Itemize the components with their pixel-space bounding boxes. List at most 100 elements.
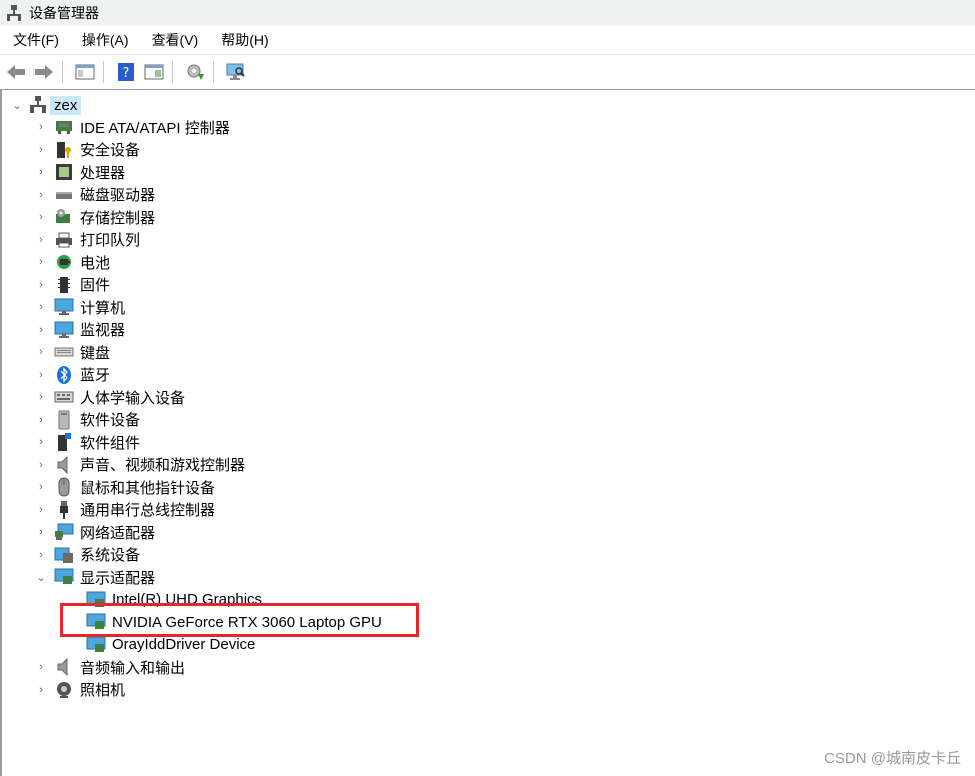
chevron-right-icon[interactable]: › xyxy=(34,503,48,517)
tree-item-camera[interactable]: › 照相机 xyxy=(34,679,125,701)
chevron-right-icon[interactable]: › xyxy=(34,143,48,157)
forward-arrow-icon[interactable] xyxy=(32,60,56,84)
tree-item-label: 计算机 xyxy=(80,299,126,317)
tree-item-storage-controller[interactable]: › 存储控制器 xyxy=(34,206,155,228)
device-label: OrayIddDriver Device xyxy=(112,636,256,653)
tree-item-ide-controller[interactable]: › IDE ATA/ATAPI 控制器 xyxy=(34,116,230,138)
tree-item-bluetooth[interactable]: › 蓝牙 xyxy=(34,364,110,386)
tree-item-label: 通用串行总线控制器 xyxy=(80,502,216,519)
tree-item-security-device[interactable]: › 安全设备 xyxy=(34,139,140,161)
chevron-right-icon[interactable]: › xyxy=(34,548,48,562)
chevron-right-icon[interactable]: › xyxy=(34,660,48,674)
chevron-right-icon[interactable]: › xyxy=(34,390,48,404)
update-driver-icon[interactable] xyxy=(183,60,207,84)
chevron-right-icon[interactable]: › xyxy=(34,300,48,314)
tree-item-label: 电池 xyxy=(80,254,111,272)
chevron-right-icon[interactable]: › xyxy=(34,435,48,449)
security-device-icon xyxy=(54,140,74,160)
toolbar-separator xyxy=(172,61,173,83)
menu-bar: 文件(F) 操作(A) 查看(V) 帮助(H) xyxy=(0,26,975,55)
tree-item-display-adapter[interactable]: ⌄ 显示适配器 xyxy=(34,566,155,588)
help-icon[interactable]: ? xyxy=(114,60,138,84)
printer-icon xyxy=(54,230,74,250)
tree-item-label: IDE ATA/ATAPI 控制器 xyxy=(80,119,230,137)
tree-item-hid[interactable]: › 人体学输入设备 xyxy=(34,386,185,408)
show-hide-console-tree-icon[interactable] xyxy=(73,60,97,84)
tree-item-label: 照相机 xyxy=(80,682,126,699)
chevron-right-icon[interactable]: › xyxy=(34,188,48,202)
tree-item-label: 网络适配器 xyxy=(80,524,156,542)
properties-pane-icon[interactable] xyxy=(142,60,166,84)
tree-item-software-device[interactable]: › 软件设备 xyxy=(34,409,140,431)
chevron-right-icon[interactable]: › xyxy=(34,480,48,494)
tree-item-label: 监视器 xyxy=(80,322,126,339)
back-arrow-icon[interactable] xyxy=(4,60,28,84)
usb-icon xyxy=(54,500,74,520)
chevron-right-icon[interactable]: › xyxy=(34,525,48,539)
tree-item-keyboard[interactable]: › 键盘 xyxy=(34,341,110,363)
software-device-icon xyxy=(54,410,74,430)
tree-item-mouse[interactable]: › 鼠标和其他指针设备 xyxy=(34,476,215,498)
chevron-right-icon[interactable]: › xyxy=(34,413,48,427)
disk-drive-icon xyxy=(54,185,74,205)
chevron-right-icon[interactable]: › xyxy=(34,210,48,224)
display-adapter-icon xyxy=(54,567,74,587)
toolbar-separator xyxy=(103,61,104,83)
window-title: 设备管理器 xyxy=(29,5,99,21)
speaker-icon xyxy=(54,455,74,475)
tree-item-label: 蓝牙 xyxy=(80,367,111,384)
menu-file[interactable]: 文件(F) xyxy=(0,26,69,54)
tree-item-battery[interactable]: › 电池 xyxy=(34,251,110,273)
tree-item-system-device[interactable]: › 系统设备 xyxy=(34,544,140,566)
tree-item-label: 打印队列 xyxy=(80,232,141,249)
svg-text:?: ? xyxy=(123,66,130,81)
chevron-right-icon[interactable]: › xyxy=(34,255,48,269)
tree-item-print-queue[interactable]: › 打印队列 xyxy=(34,229,140,251)
annotation-highlight-box xyxy=(60,603,419,637)
tree-root[interactable]: ⌄ zex xyxy=(10,94,82,116)
firmware-icon xyxy=(54,275,74,295)
software-component-icon xyxy=(54,432,74,452)
tree-item-label: 声音、视频和游戏控制器 xyxy=(80,457,246,474)
computer-monitor-icon xyxy=(54,297,74,317)
bluetooth-icon xyxy=(54,365,74,385)
tree-item-computer[interactable]: › 计算机 xyxy=(34,296,125,318)
chevron-down-icon[interactable]: ⌄ xyxy=(34,570,48,584)
tree-item-label: 软件组件 xyxy=(80,434,141,452)
tree-item-label: 固件 xyxy=(80,277,111,294)
chevron-right-icon[interactable]: › xyxy=(34,323,48,337)
chevron-right-icon[interactable]: › xyxy=(34,458,48,472)
hid-icon xyxy=(54,387,74,407)
scan-hardware-icon[interactable] xyxy=(224,60,248,84)
tree-item-monitor[interactable]: › 监视器 xyxy=(34,319,125,341)
tree-item-software-component[interactable]: › 软件组件 xyxy=(34,431,140,453)
network-adapter-icon xyxy=(54,522,74,542)
title-bar: 设备管理器 xyxy=(0,0,975,26)
tree-item-processor[interactable]: › 处理器 xyxy=(34,161,125,183)
tree-item-firmware[interactable]: › 固件 xyxy=(34,274,110,296)
tree-item-label: 安全设备 xyxy=(80,142,141,159)
chevron-right-icon[interactable]: › xyxy=(34,345,48,359)
ide-controller-icon xyxy=(54,117,74,137)
chevron-right-icon[interactable]: › xyxy=(34,233,48,247)
tree-item-sound-video-game[interactable]: › 声音、视频和游戏控制器 xyxy=(34,454,245,476)
chevron-down-icon[interactable]: ⌄ xyxy=(10,98,24,112)
tree-item-usb[interactable]: › 通用串行总线控制器 xyxy=(34,499,215,521)
chevron-right-icon[interactable]: › xyxy=(34,120,48,134)
menu-action[interactable]: 操作(A) xyxy=(69,26,139,54)
chevron-right-icon[interactable]: › xyxy=(34,278,48,292)
tree-item-network-adapter[interactable]: › 网络适配器 xyxy=(34,521,155,543)
chevron-right-icon[interactable]: › xyxy=(34,368,48,382)
watermark: CSDN @城南皮卡丘 xyxy=(824,750,961,767)
chevron-right-icon[interactable]: › xyxy=(34,165,48,179)
menu-view[interactable]: 查看(V) xyxy=(139,26,209,54)
tree-item-label: 鼠标和其他指针设备 xyxy=(80,479,216,497)
tree-item-disk-drive[interactable]: › 磁盘驱动器 xyxy=(34,184,155,206)
menu-help[interactable]: 帮助(H) xyxy=(208,26,278,54)
tree-item-label: 人体学输入设备 xyxy=(80,389,186,407)
device-manager-icon xyxy=(7,5,21,21)
chevron-right-icon[interactable]: › xyxy=(34,683,48,697)
computer-icon xyxy=(30,96,46,113)
tree-item-audio-io[interactable]: › 音频输入和输出 xyxy=(34,656,185,678)
toolbar: ? xyxy=(0,55,975,90)
